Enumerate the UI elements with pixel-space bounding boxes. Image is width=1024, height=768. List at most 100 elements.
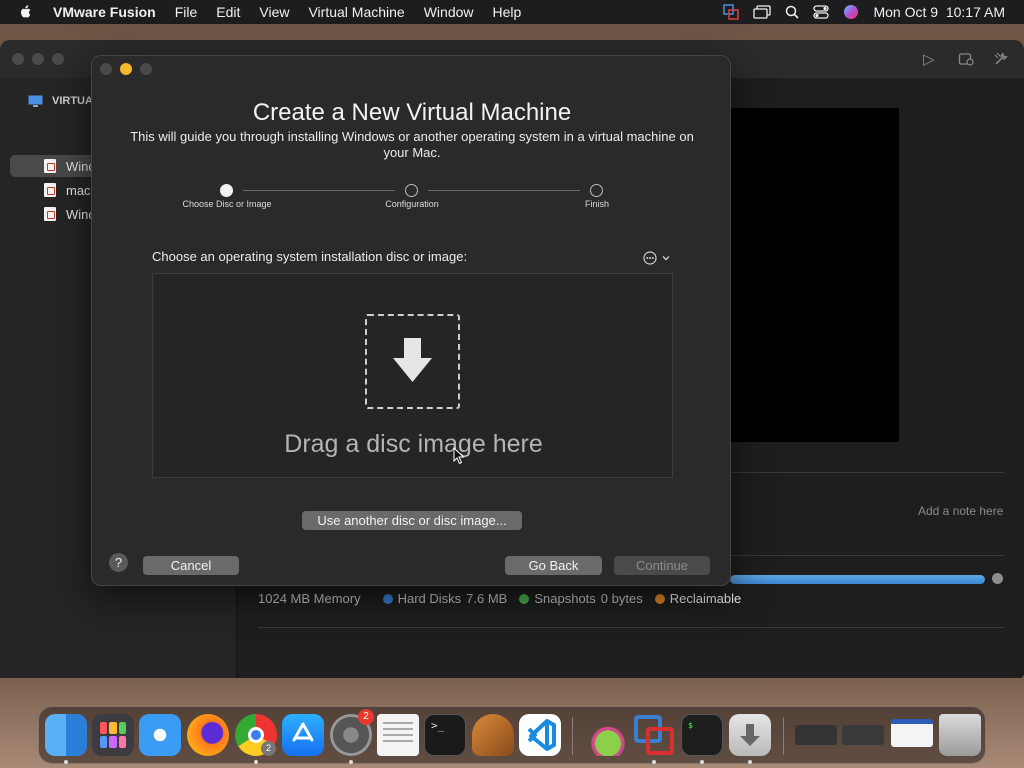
vm-file-icon — [44, 207, 56, 221]
system-settings-icon[interactable]: 2 — [330, 709, 374, 756]
snapshot-icon[interactable] — [958, 51, 974, 67]
zoom-button[interactable] — [140, 63, 152, 75]
siri-icon[interactable] — [843, 4, 859, 20]
menu-bar: VMware Fusion File Edit View Virtual Mac… — [0, 0, 1024, 24]
memory-label: 1024 MB Memory — [258, 591, 361, 606]
dock: 2 2 >_ $ — [38, 706, 986, 764]
dialog-subtitle: This will guide you through installing W… — [130, 129, 694, 160]
reclaimable-dot-icon — [654, 593, 665, 604]
clock[interactable]: Mon Oct 9 10:17 AM — [873, 4, 1005, 20]
apple-menu-icon[interactable] — [18, 4, 34, 20]
options-dropdown[interactable] — [643, 251, 671, 265]
continue-button[interactable]: Continue — [614, 556, 710, 575]
menu-view[interactable]: View — [259, 4, 289, 20]
legend-snapshots-value: 0 bytes — [600, 591, 643, 606]
close-button[interactable] — [100, 63, 112, 75]
vscode-icon[interactable] — [519, 714, 561, 756]
step-connector — [428, 190, 580, 191]
menu-help[interactable]: Help — [493, 4, 522, 20]
minimized-window-1[interactable] — [795, 725, 837, 745]
app-store-icon[interactable] — [282, 714, 324, 756]
drop-zone-text: Drag a disc image here — [284, 430, 543, 458]
step-configuration-indicator — [405, 184, 418, 197]
more-options-icon — [643, 251, 657, 265]
running-indicator — [652, 760, 656, 764]
vmware-fusion-icon[interactable] — [633, 714, 675, 756]
chrome-profile-badge: 2 — [261, 741, 276, 756]
running-indicator — [349, 760, 353, 764]
storage-info-icon[interactable] — [992, 573, 1003, 584]
minimize-button[interactable] — [120, 63, 132, 75]
notification-badge: 2 — [358, 709, 374, 725]
chevron-down-icon — [662, 256, 670, 261]
menu-virtual-machine[interactable]: Virtual Machine — [308, 4, 404, 20]
launchpad-icon[interactable] — [92, 714, 134, 756]
menu-window[interactable]: Window — [424, 4, 474, 20]
dialog-title: Create a New Virtual Machine — [252, 99, 572, 126]
storage-usage-bar — [730, 575, 985, 584]
menu-file[interactable]: File — [175, 4, 198, 20]
vm-file-icon — [44, 183, 56, 197]
computer-icon — [28, 95, 43, 107]
mouse-cursor-icon — [453, 447, 465, 465]
terminal-icon[interactable]: >_ — [424, 714, 466, 756]
legend-reclaimable: Reclaimable — [669, 591, 742, 606]
divider — [258, 627, 1004, 628]
vm-preview-screen[interactable] — [730, 108, 899, 442]
dock-separator — [572, 717, 573, 755]
dock-separator — [783, 717, 784, 755]
choose-os-label: Choose an operating system installation … — [152, 249, 468, 264]
trash-icon[interactable] — [939, 714, 981, 756]
vm-file-icon — [44, 159, 56, 173]
firefox-icon[interactable] — [187, 714, 229, 756]
snapshots-dot-icon — [519, 593, 530, 604]
legend-snapshots: Snapshots — [534, 591, 596, 606]
app-name-menu[interactable]: VMware Fusion — [53, 4, 156, 20]
step-connector — [243, 190, 395, 191]
drop-target-frame — [365, 314, 460, 409]
notes-field[interactable]: Add a note here — [918, 504, 1003, 518]
legend-hard-disks-value: 7.6 MB — [466, 591, 508, 606]
minimized-window-3[interactable] — [891, 719, 933, 747]
safari-icon[interactable] — [139, 714, 181, 756]
garageband-icon[interactable] — [472, 714, 514, 756]
running-indicator — [64, 760, 68, 764]
zoom-button[interactable] — [52, 53, 64, 65]
minimized-window-2[interactable] — [842, 725, 884, 745]
control-center-icon[interactable] — [813, 5, 830, 19]
downloads-folder-icon[interactable] — [729, 714, 771, 756]
search-icon[interactable] — [785, 5, 800, 19]
vmware-status-icon[interactable] — [723, 4, 740, 20]
sidebar-header-label: VIRTUA — [52, 95, 93, 107]
new-vm-assistant-dialog: Create a New Virtual Machine This will g… — [91, 55, 731, 586]
cancel-button[interactable]: Cancel — [143, 556, 239, 575]
hard-disk-dot-icon — [382, 593, 393, 604]
step-finish-label: Finish — [584, 199, 609, 209]
console-icon[interactable]: $ — [681, 714, 723, 756]
storage-summary: 1024 MB Memory Hard Disks 7.6 MB Snapsho… — [258, 591, 741, 606]
chrome-icon[interactable]: 2 — [235, 714, 277, 756]
xcode-cloud-icon[interactable] — [587, 714, 629, 756]
divider — [730, 555, 1004, 556]
running-indicator — [254, 760, 258, 764]
step-finish-indicator — [590, 184, 603, 197]
close-button[interactable] — [12, 53, 24, 65]
use-another-disc-button[interactable]: Use another disc or disc image... — [302, 511, 522, 530]
menu-edit[interactable]: Edit — [216, 4, 240, 20]
minimize-button[interactable] — [32, 53, 44, 65]
help-button[interactable]: ? — [109, 553, 128, 572]
go-back-button[interactable]: Go Back — [505, 556, 602, 575]
finder-icon[interactable] — [45, 714, 87, 756]
textedit-icon[interactable] — [377, 714, 419, 756]
screen-mirroring-icon[interactable] — [753, 5, 772, 19]
sidebar-item-label: mac — [66, 182, 91, 198]
play-icon[interactable]: ▷ — [923, 50, 935, 68]
step-configuration-label: Configuration — [385, 199, 439, 209]
divider — [730, 472, 1004, 473]
running-indicator — [748, 760, 752, 764]
disc-image-drop-zone[interactable]: Drag a disc image here — [152, 273, 673, 478]
running-indicator — [700, 760, 704, 764]
download-arrow-icon — [393, 338, 432, 382]
step-choose-disc-indicator — [220, 184, 233, 197]
settings-wrench-icon[interactable] — [993, 51, 1009, 67]
